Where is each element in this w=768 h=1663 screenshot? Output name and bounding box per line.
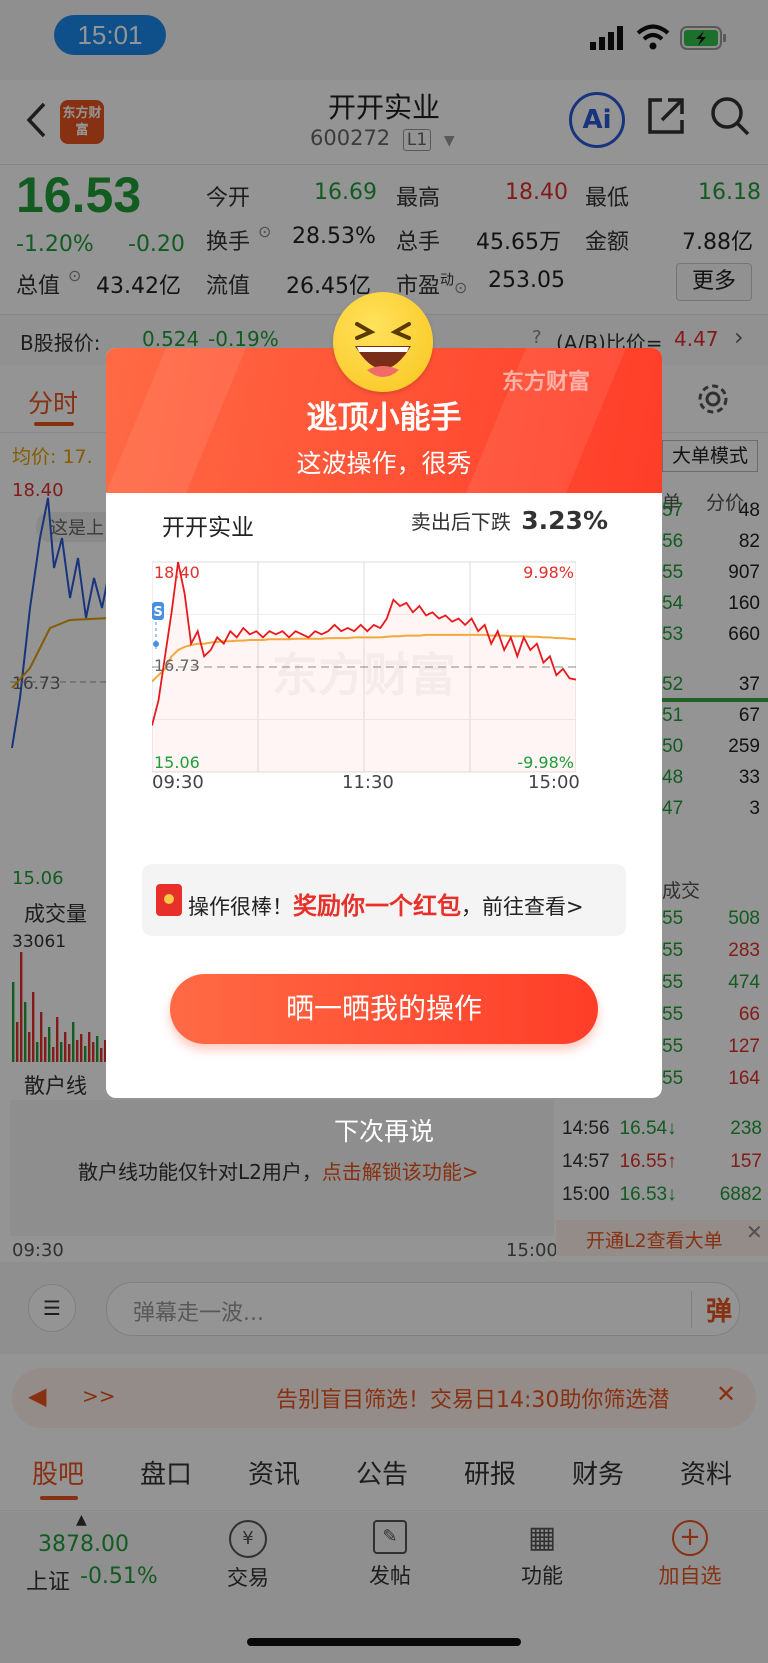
x-tick-end: 15:00 — [528, 772, 580, 793]
x-tick-mid: 11:30 — [342, 772, 394, 793]
share-operation-button[interactable]: 晒一晒我的操作 — [170, 974, 598, 1044]
laughing-emoji-icon — [333, 292, 433, 392]
sell-result: 卖出后下跌 3.23% — [411, 506, 608, 535]
y-label-right-bottom: -9.98% — [517, 753, 574, 772]
modal-intraday-chart: 东方财富18.409.98%16.7315.06-9.98%S — [152, 561, 576, 773]
reward-highlight: 奖励你一个红包 — [293, 892, 461, 920]
y-label-mid: 16.73 — [154, 656, 200, 675]
sell-marker-dot — [153, 641, 159, 647]
reward-bar[interactable]: 操作很棒！奖励你一个红包，前往查看> — [142, 864, 626, 936]
y-label-bottom: 15.06 — [154, 753, 200, 772]
y-label-right-top: 9.98% — [523, 563, 574, 582]
reward-suffix: ，前往查看> — [461, 895, 584, 919]
later-button[interactable]: 下次再说 — [0, 1112, 768, 1148]
sell-marker-label: S — [153, 605, 162, 620]
x-tick-start: 09:30 — [152, 772, 204, 793]
stock-name: 开开实业 — [162, 515, 254, 541]
sell-label: 卖出后下跌 — [410, 510, 511, 534]
red-packet-icon — [156, 884, 182, 916]
sell-pct: 3.23% — [521, 506, 608, 535]
reward-prefix: 操作很棒！ — [188, 895, 293, 919]
achievement-modal: 东方财富 逃顶小能手 这波操作，很秀 开开实业 卖出后下跌 3.23% 东方财富… — [106, 348, 662, 1098]
y-label-top: 18.40 — [154, 563, 200, 582]
reward-text: 操作很棒！奖励你一个红包，前往查看> — [188, 886, 584, 921]
modal-subtitle: 这波操作，很秀 — [296, 449, 472, 478]
modal-title: 逃顶小能手 — [306, 400, 462, 436]
